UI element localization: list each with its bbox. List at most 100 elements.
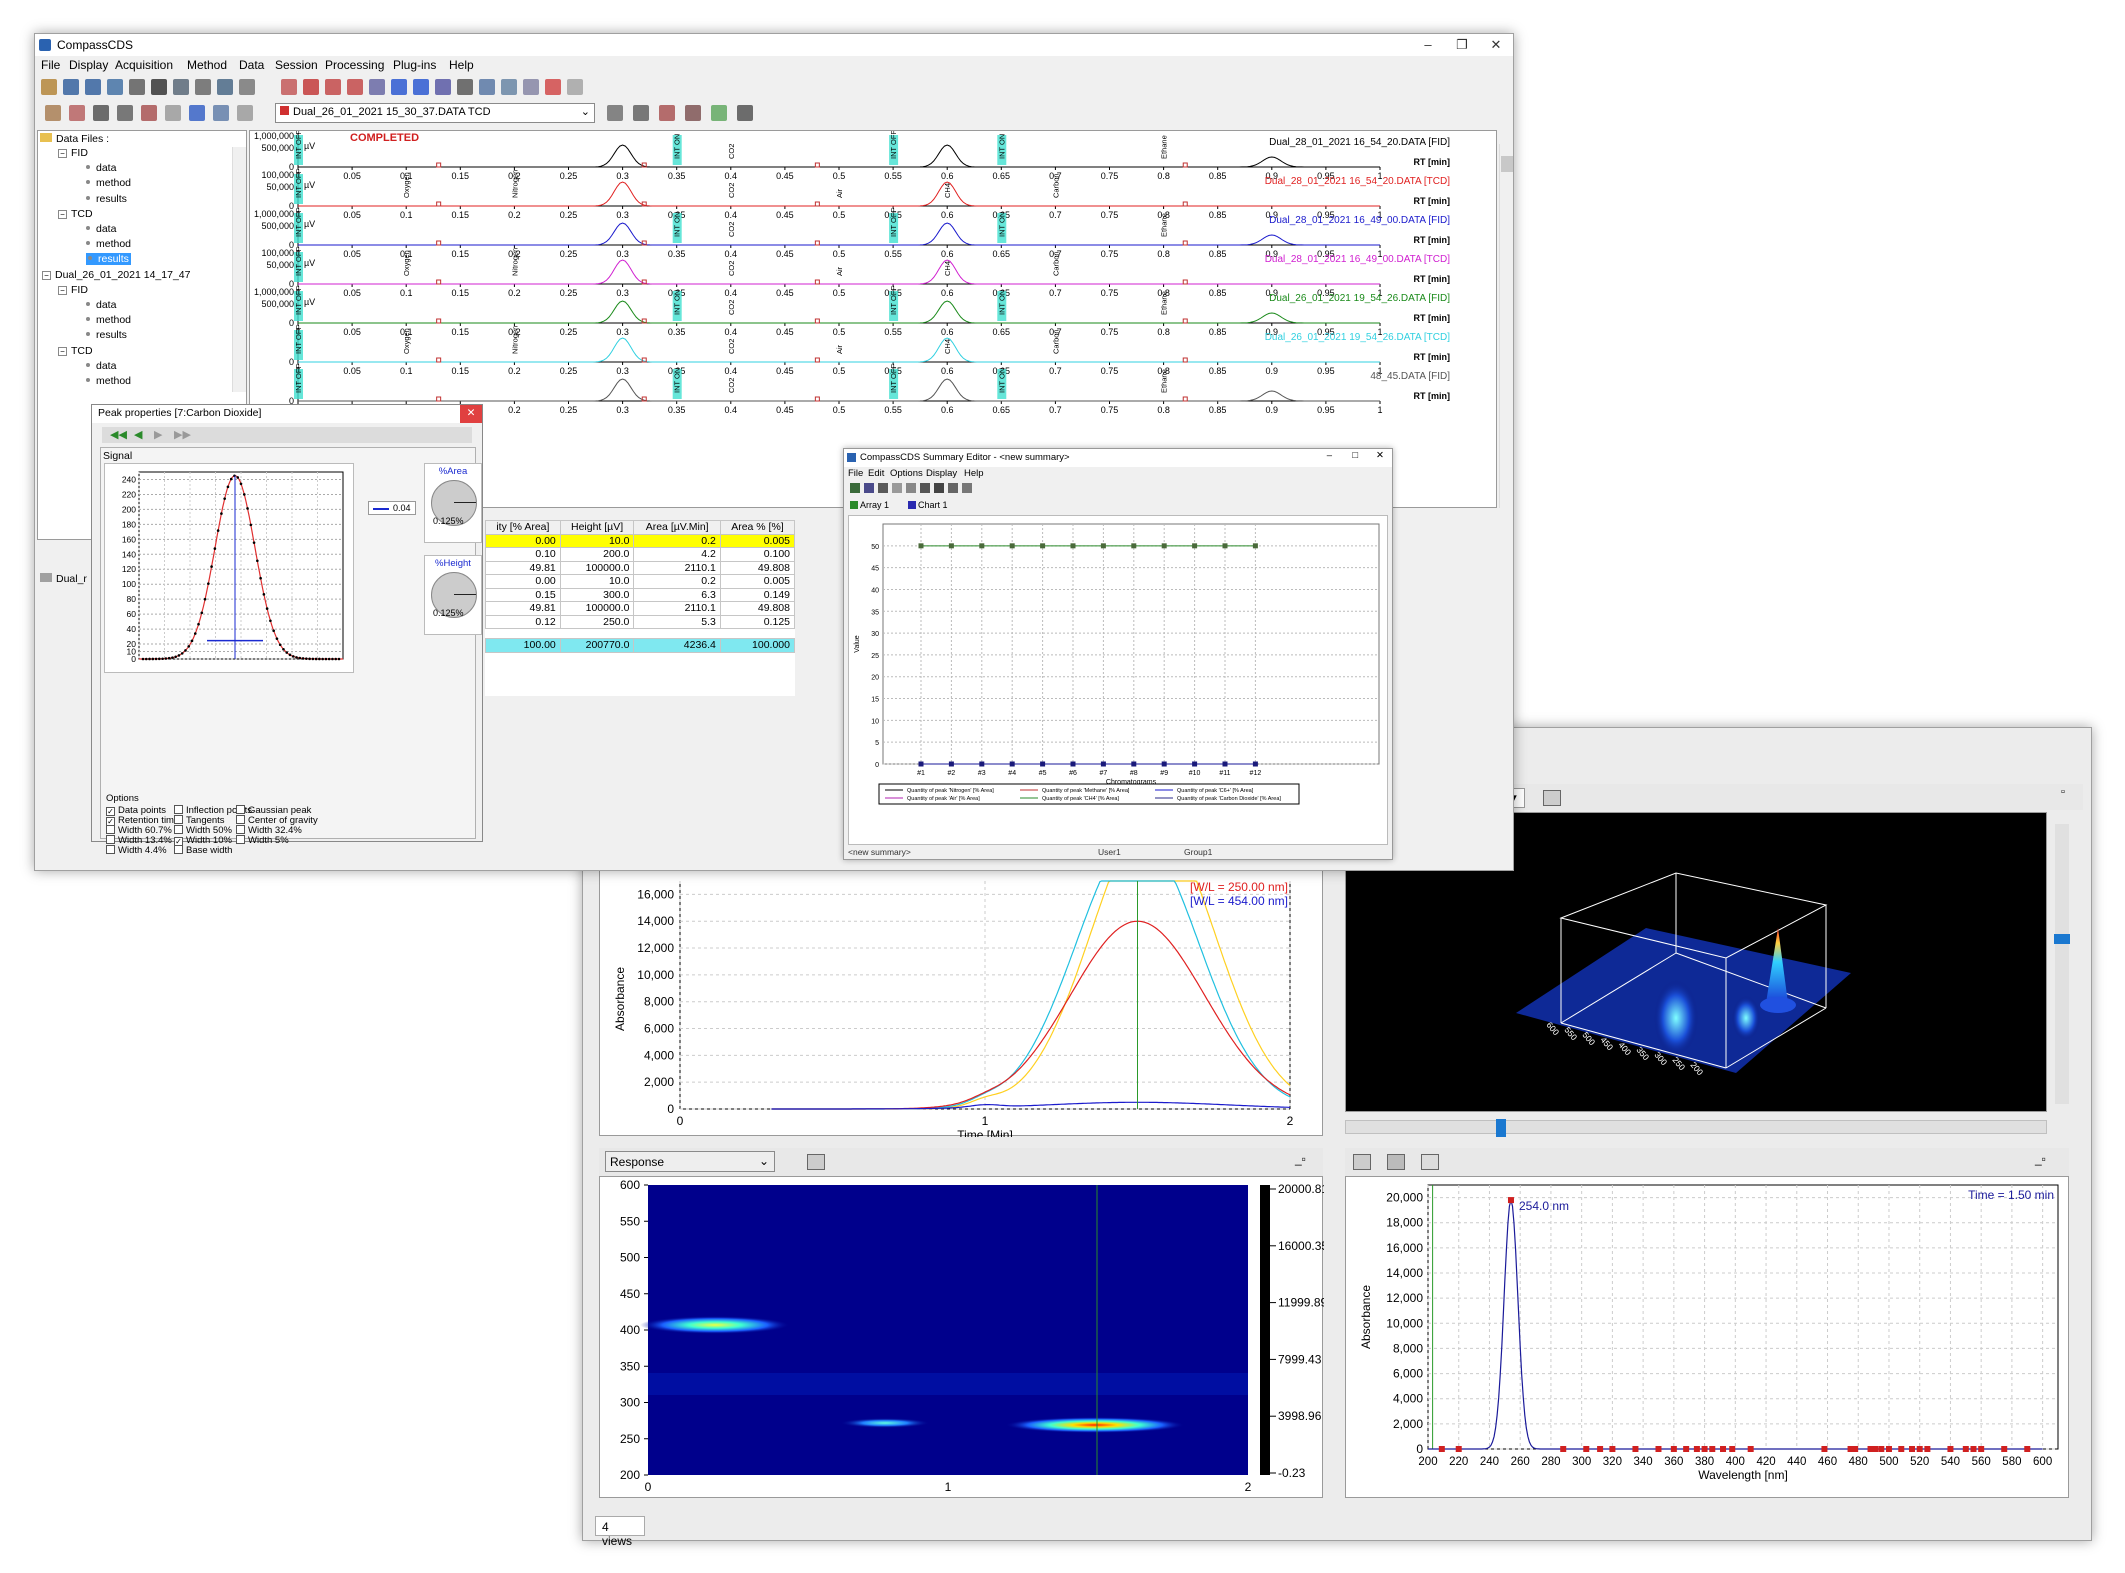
checkbox-icon[interactable] — [236, 805, 245, 814]
checkbox-icon[interactable] — [174, 815, 183, 824]
toolbar-icon[interactable] — [107, 79, 123, 95]
option-checkbox[interactable]: Base width — [174, 845, 232, 856]
menu-display[interactable]: Display — [69, 58, 108, 72]
toolbar-icon[interactable] — [457, 79, 473, 95]
column-header[interactable]: ity [% Area] — [485, 520, 561, 535]
expand-icon[interactable]: − — [58, 149, 67, 158]
summary-menu-item[interactable]: Display — [926, 468, 957, 479]
next-peak-icon[interactable]: ▶ — [154, 428, 162, 441]
minimize-button[interactable]: – — [1413, 36, 1443, 54]
menu-help[interactable]: Help — [449, 58, 474, 72]
toolbar-icon[interactable] — [213, 105, 229, 121]
checkbox-icon[interactable] — [236, 815, 245, 824]
tree-item[interactable]: − FID — [58, 147, 88, 159]
summary-toolbar-icon[interactable] — [934, 483, 944, 493]
toolbar-icon[interactable] — [325, 79, 341, 95]
pda-3d-scrollbar-v[interactable] — [2054, 824, 2070, 1104]
expand-icon[interactable]: − — [42, 270, 51, 280]
toolbar-icon[interactable] — [479, 79, 495, 95]
tree-item[interactable]: data — [86, 223, 116, 235]
toolbar-icon[interactable] — [41, 79, 57, 95]
view-restore-icon[interactable]: _▫ — [2035, 1152, 2046, 1166]
tree-item[interactable]: method — [86, 177, 131, 189]
toolbar-icon[interactable] — [391, 79, 407, 95]
tree-scrollbar[interactable] — [232, 147, 246, 392]
view-restore-icon[interactable]: _▫ — [1295, 1152, 1306, 1166]
toolbar-icon[interactable] — [281, 79, 297, 95]
chromatogram-scrollbar[interactable] — [1499, 144, 1513, 508]
prev-peak-icon[interactable]: ◀ — [134, 428, 142, 441]
tree-item[interactable]: data — [86, 162, 116, 174]
toolbar-icon[interactable] — [607, 105, 623, 121]
expand-icon[interactable]: − — [58, 209, 67, 219]
column-header[interactable]: Height [µV] — [559, 520, 635, 535]
tree-item[interactable]: − TCD — [58, 345, 93, 357]
toolbar-icon[interactable] — [523, 79, 539, 95]
summary-toolbar-icon[interactable] — [962, 483, 972, 493]
print-preview-icon[interactable] — [1421, 1154, 1439, 1170]
toolbar-icon[interactable] — [369, 79, 385, 95]
tree-item[interactable]: − TCD — [58, 208, 93, 220]
menu-acquisition[interactable]: Acquisition — [115, 58, 173, 72]
toolbar-icon[interactable] — [165, 105, 181, 121]
column-header[interactable]: Area [µV.Min] — [633, 520, 721, 535]
table-row[interactable]: 0.10 200.0 4.2 0.100 — [485, 547, 796, 562]
toolbar-icon[interactable] — [93, 105, 109, 121]
summary-maximize-button[interactable]: □ — [1352, 450, 1358, 461]
signal-tab[interactable]: Signal — [103, 450, 132, 462]
tree-item[interactable]: − Dual_26_01_2021 14_17_47 — [42, 269, 190, 281]
summary-toolbar-icon[interactable] — [878, 483, 888, 493]
first-peak-icon[interactable]: ◀◀ — [110, 428, 127, 441]
tree-item[interactable]: results — [86, 253, 131, 266]
summary-toolbar-icon[interactable] — [892, 483, 902, 493]
menu-session[interactable]: Session — [275, 58, 318, 72]
menu-plugins[interactable]: Plug-ins — [393, 58, 436, 72]
print-icon[interactable] — [1387, 1154, 1405, 1170]
summary-toolbar-icon[interactable] — [920, 483, 930, 493]
toolbar-icon[interactable] — [237, 105, 253, 121]
toolbar-icon[interactable] — [69, 105, 85, 121]
print-setup-icon[interactable] — [1353, 1154, 1371, 1170]
toolbar-icon[interactable] — [347, 79, 363, 95]
toolbar-icon[interactable] — [303, 79, 319, 95]
toolbar-icon[interactable] — [435, 79, 451, 95]
summary-close-button[interactable]: ✕ — [1376, 450, 1384, 461]
toolbar-icon[interactable] — [567, 79, 583, 95]
checkbox-icon[interactable] — [236, 835, 245, 844]
view-restore-icon[interactable]: ▫ — [2061, 786, 2079, 804]
toolbar-icon[interactable] — [633, 105, 649, 121]
maximize-button[interactable]: ❐ — [1447, 36, 1477, 54]
checkbox-icon[interactable] — [174, 825, 183, 834]
print-setup-icon[interactable] — [807, 1154, 825, 1170]
close-button[interactable]: ✕ — [1481, 36, 1511, 54]
tree-item[interactable]: results — [86, 193, 127, 205]
tab-chart-1[interactable]: Chart 1 — [908, 500, 948, 510]
table-row[interactable]: 0.12 250.0 5.3 0.125 — [485, 614, 796, 629]
summary-menu-item[interactable]: Edit — [868, 468, 884, 479]
toolbar-icon[interactable] — [217, 79, 233, 95]
summary-menu-item[interactable]: File — [848, 468, 863, 479]
checkbox-icon[interactable] — [106, 845, 115, 854]
column-header[interactable]: Area % [%] — [719, 520, 796, 535]
tree-item[interactable]: data — [86, 299, 116, 311]
toolbar-icon[interactable] — [63, 79, 79, 95]
menu-method[interactable]: Method — [187, 58, 227, 72]
pda-3d-vscroll-thumb[interactable] — [2054, 934, 2070, 944]
views-count-tab[interactable]: 4 views — [595, 1516, 645, 1548]
toolbar-icon[interactable] — [501, 79, 517, 95]
table-row[interactable]: 0.15 300.0 6.3 0.149 — [485, 587, 796, 602]
tree-item[interactable]: method — [86, 238, 131, 250]
option-checkbox[interactable]: Width 5% — [236, 835, 289, 846]
summary-menu-item[interactable]: Help — [964, 468, 984, 479]
pda-3d-scroll-thumb[interactable] — [1496, 1119, 1506, 1137]
toolbar-icon[interactable] — [85, 79, 101, 95]
dialog-close-button[interactable]: ✕ — [460, 405, 482, 423]
toolbar-icon[interactable] — [141, 105, 157, 121]
summary-toolbar-icon[interactable] — [864, 483, 874, 493]
toolbar-icon[interactable] — [413, 79, 429, 95]
summary-minimize-button[interactable]: – — [1327, 450, 1332, 461]
tab-array-1[interactable]: Array 1 — [850, 500, 889, 510]
file-select[interactable]: Dual_26_01_2021 15_30_37.DATA TCD ⌄ — [275, 103, 595, 123]
toolbar-icon[interactable] — [239, 79, 255, 95]
toolbar-icon[interactable] — [117, 105, 133, 121]
